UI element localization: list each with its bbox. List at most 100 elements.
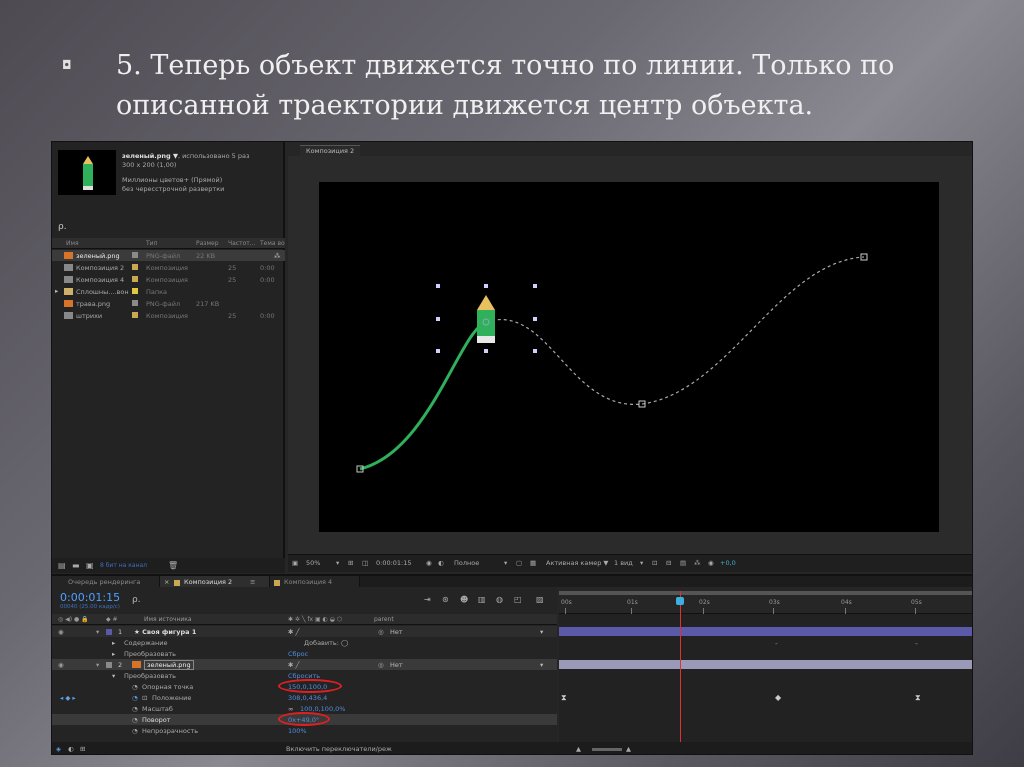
label-swatch: [174, 580, 180, 586]
keyframe-marker[interactable]: ◆: [775, 693, 781, 702]
property-row[interactable]: ▸ Содержание Добавить: ◯: [52, 637, 557, 648]
layer-switches-icon[interactable]: ✱ ╱: [288, 661, 299, 669]
keyframe-marker[interactable]: ⧗: [915, 693, 921, 702]
keyframe-nav-icon[interactable]: ◂ ◆ ▸: [60, 694, 76, 702]
region-icon[interactable]: ▣: [292, 559, 298, 567]
expand-arrow-icon[interactable]: ▾: [96, 628, 99, 636]
transparency-grid-icon[interactable]: ▦: [530, 559, 536, 567]
flowchart-icon[interactable]: ⁂: [694, 559, 701, 567]
fast-preview-icon[interactable]: ⊟: [666, 559, 671, 567]
snapshot-icon[interactable]: ◉: [426, 559, 432, 567]
project-item[interactable]: зеленый.png PNG-файл 22 KB ⁂: [52, 250, 285, 261]
col-theme[interactable]: Тема во: [260, 240, 285, 247]
eye-icon[interactable]: ◉: [58, 628, 64, 636]
chevron-down-icon[interactable]: ▾: [540, 661, 543, 669]
col-type[interactable]: Тип: [146, 240, 158, 247]
work-area-bar[interactable]: [559, 591, 972, 595]
stopwatch-icon[interactable]: ◔: [132, 683, 138, 691]
layer-row[interactable]: ◉ ▾ 1 ★ Своя фигура 1 ✱ ╱ ◎ Нет ▾: [52, 626, 557, 637]
comp-mini-flowchart-icon[interactable]: ⇥: [424, 595, 431, 604]
toggle-pixel-icon[interactable]: ⊡: [652, 559, 657, 567]
bit-depth[interactable]: 8 бит на канал: [100, 562, 147, 569]
label-swatch: [132, 264, 138, 270]
col-name[interactable]: Имя: [66, 240, 79, 247]
zoom-slider[interactable]: [592, 748, 622, 751]
property-row[interactable]: ◂ ◆ ▸ ◔ ⊡ Положение 308,0,436,4: [52, 692, 557, 703]
stopwatch-icon[interactable]: ◔: [132, 727, 138, 735]
project-search[interactable]: ρ.: [58, 222, 280, 234]
time-ruler[interactable]: 00s 01s 02s 03s 04s 05s: [559, 587, 972, 614]
search-icon[interactable]: ρ.: [132, 595, 141, 605]
stopwatch-active-icon[interactable]: ◔: [132, 694, 138, 702]
zoom-in-icon[interactable]: ▲: [626, 745, 631, 753]
expand-arrow-icon[interactable]: ▸: [55, 287, 58, 295]
playhead-handle[interactable]: [676, 597, 684, 605]
col-fps[interactable]: Частот...: [228, 240, 255, 247]
expand-arrow-icon[interactable]: ▸: [112, 650, 115, 658]
project-item[interactable]: Композиция 2 Композиция 25 0:00: [52, 262, 285, 273]
chevron-down-icon[interactable]: ▾: [640, 559, 643, 567]
layer-row-selected[interactable]: ◉ ▾ 2 зеленый.png ✱ ╱ ◎ Нет ▾: [52, 659, 557, 670]
col-size[interactable]: Размер: [196, 240, 219, 247]
toggle-icon[interactable]: ◐: [68, 745, 74, 753]
exposure-icon[interactable]: ◉: [708, 559, 714, 567]
new-comp-icon[interactable]: ▣: [86, 561, 94, 570]
timeline-icon[interactable]: ▤: [680, 559, 686, 567]
viewer-timecode[interactable]: 0:00:01:15: [376, 559, 412, 567]
property-row[interactable]: ◔ Непрозрачность 100%: [52, 725, 557, 736]
toggle-switches-label[interactable]: Включить переключатели/реж: [286, 745, 392, 753]
composition-canvas[interactable]: [319, 182, 939, 532]
eye-icon[interactable]: ◉: [58, 661, 64, 669]
layer-columns: ◎ ◀) ● 🔒 ◆ # Имя источника ✱ ✲ ╲ fx ▣ ◐ …: [52, 614, 557, 625]
composition-viewer: [288, 156, 972, 554]
keyframe-marker[interactable]: ⧗: [561, 693, 567, 702]
stopwatch-icon[interactable]: ◔: [132, 716, 138, 724]
col-parent[interactable]: parent: [374, 616, 394, 623]
project-item[interactable]: штрихи Композиция 25 0:00: [52, 310, 285, 321]
layer-1-duration-bar[interactable]: [559, 627, 972, 636]
motion-blur-icon[interactable]: ◍: [496, 595, 503, 604]
camera-select[interactable]: Активная камер ▼: [546, 559, 608, 567]
parent-pick-whip-icon[interactable]: ◎: [378, 661, 384, 669]
zoom-out-icon[interactable]: ▲: [576, 745, 581, 753]
project-item[interactable]: Композиция 4 Композиция 25 0:00: [52, 274, 285, 285]
expand-arrow-icon[interactable]: ▸: [112, 639, 115, 647]
chevron-down-icon[interactable]: ▾: [336, 559, 339, 567]
tab-composition-2[interactable]: Композиция 2: [300, 145, 361, 156]
expand-arrow-icon[interactable]: ▾: [112, 672, 115, 680]
comp-icon[interactable]: ◈: [56, 745, 61, 753]
grid-icon[interactable]: ⊞: [348, 559, 353, 567]
property-row[interactable]: ▸ Преобразовать Сброс: [52, 648, 557, 659]
exposure-value[interactable]: +0,0: [720, 559, 736, 567]
timeline-timecode[interactable]: 0:00:01:15: [60, 591, 120, 604]
chevron-down-icon[interactable]: ▾: [504, 559, 507, 567]
ruler-tick: [915, 608, 916, 614]
pencil-object[interactable]: [477, 295, 495, 343]
hide-shy-icon[interactable]: ☻: [460, 595, 468, 604]
col-source-name[interactable]: Имя источника: [144, 616, 192, 623]
current-time-indicator[interactable]: [680, 591, 681, 754]
project-item[interactable]: ▸ Сплошны....вон Папка: [52, 286, 285, 297]
channel-icon[interactable]: ◐: [438, 559, 444, 567]
mask-icon[interactable]: ◫: [362, 559, 368, 567]
expand-arrow-icon[interactable]: ▾: [96, 661, 99, 669]
layer-2-duration-bar[interactable]: [559, 660, 972, 669]
shape-switches-icon[interactable]: ✱ ╱: [288, 628, 299, 636]
flowchart-icon[interactable]: ⁂: [274, 252, 281, 260]
modes-icon[interactable]: ⊞: [80, 745, 85, 753]
quality-select[interactable]: Полное: [454, 559, 479, 567]
roi-icon[interactable]: ▢: [516, 559, 522, 567]
parent-pick-whip-icon[interactable]: ◎: [378, 628, 384, 636]
stopwatch-icon[interactable]: ◔: [132, 705, 138, 713]
zoom-select[interactable]: 50%: [306, 559, 320, 567]
frame-blending-icon[interactable]: ▥: [478, 595, 486, 604]
project-item[interactable]: трава.png PNG-файл 217 KB: [52, 298, 285, 309]
chevron-down-icon[interactable]: ▾: [540, 628, 543, 636]
new-folder-icon[interactable]: ▬: [72, 561, 80, 570]
views-select[interactable]: 1 вид: [614, 559, 633, 567]
trash-icon[interactable]: 🗑: [168, 561, 178, 570]
draft-3d-icon[interactable]: ⊛: [442, 595, 449, 604]
graph-editor-icon[interactable]: ◰: [514, 595, 522, 604]
brainstorm-icon[interactable]: ▨: [536, 595, 544, 604]
interpret-footage-icon[interactable]: ▤: [58, 561, 66, 570]
